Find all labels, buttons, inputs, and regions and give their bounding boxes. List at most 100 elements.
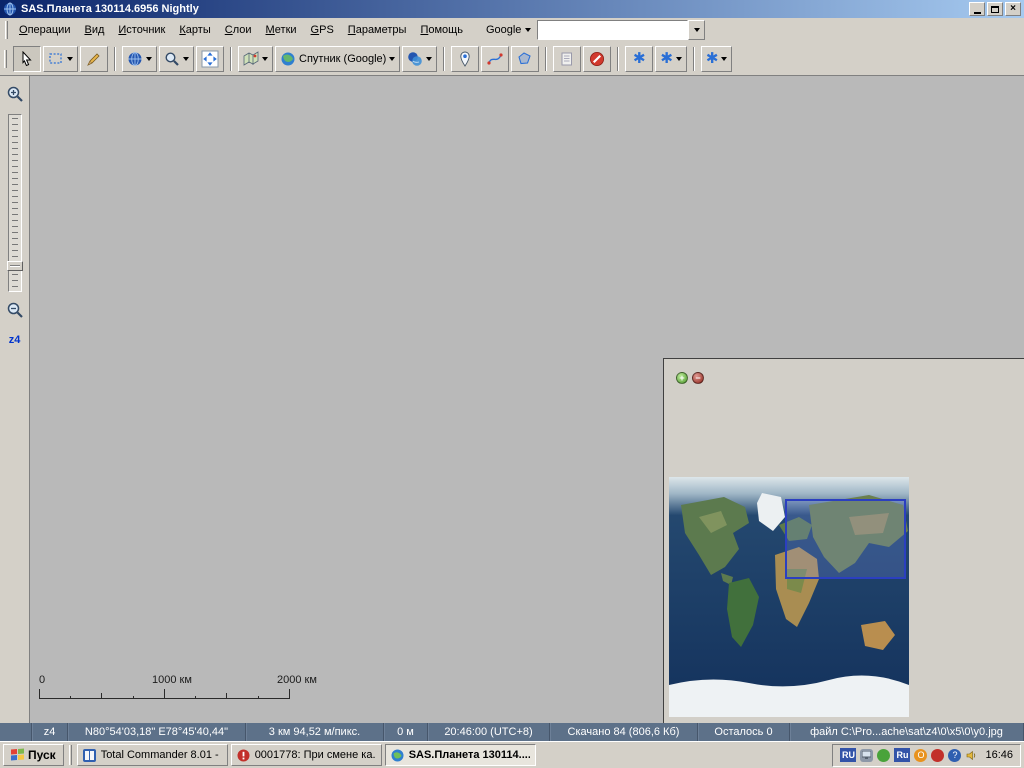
antivirus-icon[interactable] [877, 749, 890, 762]
expand-arrows-icon [201, 50, 219, 68]
minimize-button[interactable] [969, 2, 985, 16]
menu-maps[interactable]: Карты [172, 21, 217, 39]
menu-view[interactable]: Вид [77, 21, 111, 39]
stop-download-button[interactable] [583, 46, 611, 72]
volume-icon[interactable] [965, 749, 978, 762]
download-manager-button[interactable] [553, 46, 581, 72]
menu-layers[interactable]: Слои [218, 21, 259, 39]
tray-orange-icon[interactable]: O [914, 749, 927, 762]
globe-icon [127, 51, 143, 67]
status-file-path: файл C:\Pro...ache\sat\z4\0\x5\0\y0.jpg [790, 723, 1024, 741]
measure-ruler-button[interactable] [80, 46, 108, 72]
toolbar-separator [114, 47, 116, 71]
selection-tool-button[interactable] [43, 46, 78, 72]
placemark-button[interactable] [451, 46, 479, 72]
toolbar-separator [545, 47, 547, 71]
maximize-button[interactable] [987, 2, 1003, 16]
gps-track-button[interactable]: ✱ [655, 46, 687, 72]
scale-label-mid: 1000 км [152, 674, 192, 686]
taskbar-clock[interactable]: 16:46 [985, 749, 1013, 761]
gps-options-button[interactable]: ✱ [701, 46, 733, 72]
toolbar-grip[interactable] [5, 21, 8, 39]
window-title: SAS.Планета 130114.6956 Nightly [21, 3, 199, 15]
gps-satellite-icon: ✱ [706, 51, 719, 66]
map-viewport[interactable]: 0 1000 км 2000 км [30, 76, 1024, 723]
status-zoom: z4 [32, 723, 68, 741]
display-icon[interactable] [860, 749, 873, 762]
cached-maps-button[interactable] [238, 46, 273, 72]
desktop: SAS.Планета 130114.6956 Nightly × Операц… [0, 0, 1024, 768]
start-button[interactable]: Пуск [3, 744, 64, 766]
chevron-down-icon [694, 28, 700, 32]
status-elevation: 0 м [384, 723, 428, 741]
polygon-tool-button[interactable] [511, 46, 539, 72]
tray-blue-icon[interactable]: ? [948, 749, 961, 762]
menu-help[interactable]: Помощь [413, 21, 470, 39]
minimap-zoom-out-icon[interactable]: − [692, 372, 704, 384]
menubar: Операции Вид Источник Карты Слои Метки G… [0, 18, 1024, 42]
cursor-icon [19, 51, 35, 67]
minimap-world-map[interactable] [669, 477, 909, 717]
minimap-zoom-in-icon[interactable]: + [676, 372, 688, 384]
cursor-tool-button[interactable] [13, 46, 41, 72]
tray-red-icon[interactable] [931, 749, 944, 762]
sas-planet-icon [391, 748, 405, 762]
close-button[interactable]: × [1005, 2, 1021, 16]
app-icon [3, 2, 17, 16]
statusbar-spacer [0, 723, 32, 741]
folded-map-icon [243, 51, 259, 67]
map-source-label: Спутник (Google) [299, 53, 386, 65]
scale-label-start: 0 [39, 674, 45, 686]
search-input[interactable] [537, 20, 688, 40]
map-source-button[interactable]: Спутник (Google) [275, 46, 400, 72]
zoom-tool-button[interactable] [159, 46, 194, 72]
main-toolbar: Спутник (Google) [0, 42, 1024, 76]
gps-satellite-icon: ✱ [660, 51, 673, 66]
globe-stack-icon [407, 51, 423, 67]
taskbar-task-total-commander[interactable]: Total Commander 8.01 - ... [77, 744, 228, 766]
selection-rect-icon [48, 51, 64, 67]
start-label: Пуск [28, 748, 56, 762]
menu-gps[interactable]: GPS [304, 21, 341, 39]
layers-globe-button[interactable] [402, 46, 437, 72]
status-time: 20:46:00 (UTC+8) [428, 723, 550, 741]
punto-switcher-indicator[interactable]: Ru [894, 748, 910, 762]
menu-placemarks[interactable]: Метки [259, 21, 304, 39]
chevron-down-icon [426, 57, 432, 61]
fit-to-screen-button[interactable] [196, 46, 224, 72]
magnifier-icon [164, 51, 180, 67]
gps-connect-button[interactable]: ✱ [625, 46, 653, 72]
toolbar-separator [230, 47, 232, 71]
sas-planet-window: SAS.Планета 130114.6956 Nightly × Операц… [0, 0, 1024, 741]
taskbar-task-bugtracker[interactable]: 0001778: При смене ка... [231, 744, 382, 766]
search-engine-label: Google [486, 24, 521, 36]
scale-label-end: 2000 км [277, 674, 317, 686]
zoom-in-button[interactable] [6, 85, 24, 106]
minimap-panel[interactable]: + − [663, 358, 1024, 723]
zoom-slider[interactable] [8, 114, 22, 292]
zoom-out-button[interactable] [6, 301, 24, 322]
menu-operations[interactable]: Операции [12, 21, 77, 39]
globe-icon [280, 51, 296, 67]
toolbar-separator [693, 47, 695, 71]
taskbar: Пуск Total Commander 8.01 - ... 0001778:… [0, 741, 1024, 768]
system-tray: RU Ru O ? 16:46 [832, 744, 1021, 767]
path-tool-button[interactable] [481, 46, 509, 72]
menu-settings[interactable]: Параметры [341, 21, 414, 39]
toolbar-separator [443, 47, 445, 71]
scale-ruler [39, 688, 339, 700]
status-coordinates: N80°54'03,18" E78°45'40,44" [68, 723, 246, 741]
search-combobox [537, 20, 705, 40]
zoom-slider-handle[interactable] [7, 261, 23, 271]
menu-source[interactable]: Источник [111, 21, 172, 39]
language-indicator[interactable]: RU [840, 748, 856, 762]
status-downloaded: Скачано 84 (806,6 Кб) [550, 723, 698, 741]
search-history-dropdown[interactable] [688, 20, 705, 40]
whole-map-button[interactable] [122, 46, 157, 72]
minimap-view-rectangle[interactable] [785, 499, 906, 579]
titlebar[interactable]: SAS.Планета 130114.6956 Nightly × [0, 0, 1024, 18]
toolbar-grip[interactable] [4, 50, 7, 68]
chevron-down-icon [262, 57, 268, 61]
taskbar-task-sas-planet[interactable]: SAS.Планета 130114.... [385, 744, 536, 766]
search-engine-dropdown[interactable]: Google [480, 21, 537, 39]
